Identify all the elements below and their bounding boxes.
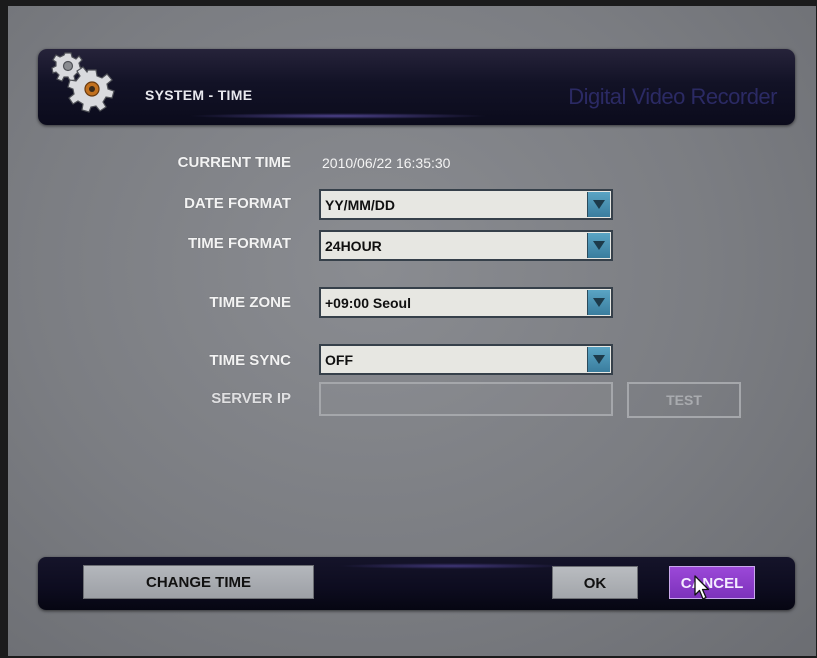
date-format-value: YY/MM/DD [325,197,395,213]
change-time-button[interactable]: CHANGE TIME [83,565,314,599]
time-zone-select[interactable]: +09:00 Seoul [319,287,613,318]
footer-glow [338,563,568,569]
chevron-down-icon[interactable] [587,233,610,258]
brand-text: Digital Video Recorder [568,84,777,109]
dvr-screen: SYSTEM - TIME Digital Video Recorder CUR… [8,6,816,656]
current-time-label: CURRENT TIME [177,154,291,171]
chevron-down-icon[interactable] [587,290,610,315]
gears-icon [51,52,115,113]
ok-button[interactable]: OK [552,566,638,599]
current-time-value: 2010/06/22 16:35:30 [322,155,451,171]
date-format-label: DATE FORMAT [184,195,291,212]
server-ip-input[interactable] [319,382,613,416]
date-format-select[interactable]: YY/MM/DD [319,189,613,220]
header-glow [188,113,488,119]
time-sync-value: OFF [325,352,353,368]
time-sync-label: TIME SYNC [209,352,291,369]
time-zone-label: TIME ZONE [209,294,291,311]
chevron-down-icon[interactable] [587,347,610,372]
cancel-button[interactable]: CANCEL [669,566,755,599]
time-format-label: TIME FORMAT [187,235,291,252]
test-button[interactable]: TEST [627,382,741,418]
time-sync-select[interactable]: OFF [319,344,613,375]
chevron-down-icon[interactable] [587,192,610,217]
mouse-cursor-icon [694,575,710,600]
time-format-select[interactable]: 24HOUR [319,230,613,261]
page-title: SYSTEM - TIME [145,87,253,103]
server-ip-label: SERVER IP [211,390,291,407]
header-bar: SYSTEM - TIME Digital Video Recorder [38,49,795,125]
time-zone-value: +09:00 Seoul [325,295,411,311]
time-format-value: 24HOUR [325,238,382,254]
footer-bar: CHANGE TIME OK CANCEL [38,557,795,610]
